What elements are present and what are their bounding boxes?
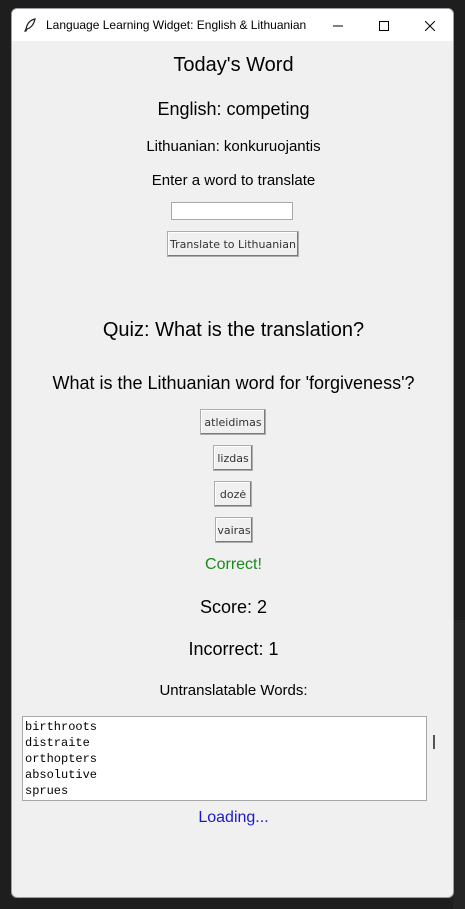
quiz-feedback: Correct! [205, 556, 262, 573]
list-item[interactable]: absolutive [25, 767, 424, 783]
close-button[interactable] [407, 9, 453, 41]
lithuanian-word-label: Lithuanian: konkuruojantis [146, 138, 321, 155]
list-item[interactable]: birthroots [25, 719, 424, 735]
untranslatable-heading: Untranslatable Words: [159, 682, 308, 699]
list-item[interactable]: sprues [25, 783, 424, 799]
quiz-heading: Quiz: What is the translation? [102, 319, 365, 341]
quiz-option-button[interactable]: dozė [214, 481, 252, 507]
list-item[interactable]: orthopters [25, 751, 424, 767]
maximize-button[interactable] [361, 9, 407, 41]
quiz-option-button[interactable]: atleidimas [200, 409, 266, 435]
loading-status: Loading... [198, 809, 269, 826]
score-label: Score: 2 [199, 597, 268, 617]
feather-icon [20, 15, 40, 35]
app-window: Language Learning Widget: English & Lith… [11, 8, 454, 898]
translate-button[interactable]: Translate to Lithuanian [167, 231, 299, 257]
minimize-button[interactable] [315, 9, 361, 41]
quiz-option-button[interactable]: lizdas [213, 445, 253, 471]
untranslatable-listbox[interactable]: birthroots distraite orthopters absoluti… [22, 716, 427, 801]
quiz-option-button[interactable]: vairas [215, 517, 253, 543]
todays-word-heading: Today's Word [173, 54, 294, 76]
background-editor-right [453, 40, 465, 620]
incorrect-label: Incorrect: 1 [188, 639, 279, 659]
quiz-question: What is the Lithuanian word for 'forgive… [52, 373, 415, 393]
title-bar[interactable]: Language Learning Widget: English & Lith… [12, 9, 453, 41]
close-icon [424, 16, 436, 35]
list-item[interactable]: distraite [25, 735, 424, 751]
listbox-scrollbar[interactable] [433, 735, 435, 749]
translate-prompt: Enter a word to translate [151, 172, 316, 189]
translate-input[interactable] [171, 202, 293, 220]
window-title: Language Learning Widget: English & Lith… [46, 18, 307, 32]
english-word-label: English: competing [157, 99, 310, 119]
background-panel-right [453, 620, 465, 909]
minimize-icon [333, 16, 343, 35]
maximize-icon [379, 16, 389, 35]
